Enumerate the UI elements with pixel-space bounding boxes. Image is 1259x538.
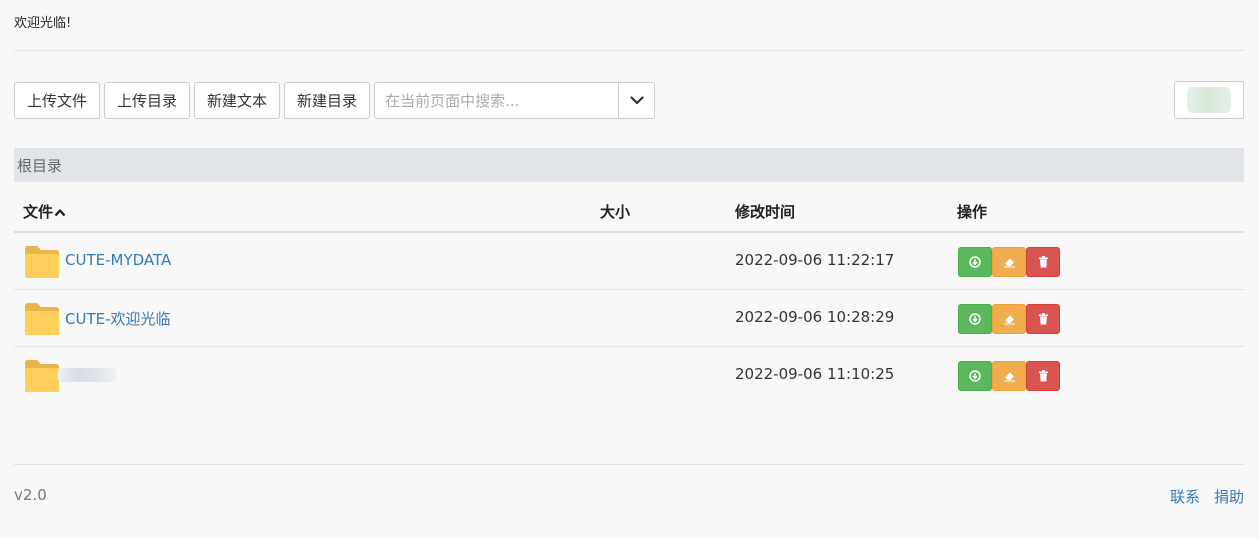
- donate-link[interactable]: 捐助: [1214, 486, 1244, 507]
- trash-icon: [1038, 370, 1048, 382]
- upload-file-button[interactable]: 上传文件: [14, 82, 101, 119]
- eraser-icon: [1003, 372, 1015, 382]
- download-button[interactable]: [958, 361, 992, 391]
- contact-link[interactable]: 联系: [1170, 486, 1200, 507]
- rename-button[interactable]: [992, 361, 1026, 391]
- row-actions: [958, 361, 1060, 391]
- column-header-actions: 操作: [957, 203, 988, 221]
- row-actions: [958, 304, 1060, 334]
- new-text-button[interactable]: 新建文本: [194, 82, 281, 119]
- download-button[interactable]: [958, 304, 992, 334]
- blurred-user-label: [1187, 87, 1231, 113]
- upload-directory-button[interactable]: 上传目录: [104, 82, 191, 119]
- table-row: CUTE-MYDATA 2022-09-06 11:22:17: [14, 233, 1244, 290]
- delete-button[interactable]: [1026, 247, 1060, 277]
- search-dropdown-button[interactable]: [618, 82, 656, 119]
- toolbar: 上传文件 上传目录 新建文本 新建目录: [14, 82, 656, 119]
- table-header: 文件 大小 修改时间 操作: [14, 189, 1244, 233]
- table-row: 2022-09-06 11:10:25: [14, 347, 1244, 404]
- eraser-icon: [1003, 315, 1015, 325]
- folder-icon: [25, 303, 59, 335]
- row-actions: [958, 247, 1060, 277]
- column-header-mtime[interactable]: 修改时间: [735, 201, 795, 222]
- download-icon: [969, 256, 981, 268]
- user-button[interactable]: [1174, 81, 1244, 119]
- rename-button[interactable]: [992, 247, 1026, 277]
- modified-time: 2022-09-06 10:28:29: [735, 308, 895, 326]
- modified-time: 2022-09-06 11:22:17: [735, 251, 895, 269]
- top-divider: [14, 50, 1244, 51]
- breadcrumb: 根目录: [14, 148, 1244, 182]
- folder-icon: [25, 246, 59, 278]
- welcome-text: 欢迎光临!: [14, 16, 72, 31]
- column-header-file[interactable]: 文件: [23, 201, 66, 222]
- trash-icon: [1038, 256, 1048, 268]
- eraser-icon: [1003, 258, 1015, 268]
- rename-button[interactable]: [992, 304, 1026, 334]
- chevron-up-icon: [54, 209, 66, 217]
- version-label: v2.0: [14, 486, 47, 504]
- new-directory-button[interactable]: 新建目录: [284, 82, 371, 119]
- file-name-link[interactable]: CUTE-MYDATA: [65, 251, 171, 269]
- breadcrumb-root[interactable]: 根目录: [17, 155, 62, 176]
- column-header-size[interactable]: 大小: [600, 201, 630, 222]
- footer-links: 联系 捐助: [1156, 486, 1244, 507]
- download-button[interactable]: [958, 247, 992, 277]
- table-row: CUTE-欢迎光临 2022-09-06 10:28:29: [14, 290, 1244, 347]
- blurred-file-name[interactable]: [58, 368, 116, 382]
- delete-button[interactable]: [1026, 304, 1060, 334]
- download-icon: [969, 313, 981, 325]
- file-manager-page: 欢迎光临! 上传文件 上传目录 新建文本 新建目录 根目录 文件 大小 修改时间…: [0, 0, 1259, 538]
- search-input[interactable]: [374, 82, 619, 119]
- modified-time: 2022-09-06 11:10:25: [735, 365, 895, 383]
- delete-button[interactable]: [1026, 361, 1060, 391]
- bottom-divider: [14, 464, 1244, 465]
- file-name-link[interactable]: CUTE-欢迎光临: [65, 308, 171, 329]
- trash-icon: [1038, 313, 1048, 325]
- search-group: [374, 82, 656, 119]
- download-icon: [969, 370, 981, 382]
- folder-icon: [25, 360, 59, 392]
- chevron-down-icon: [629, 96, 644, 105]
- file-table: 文件 大小 修改时间 操作 CUTE-MYDATA 2022-09-06 11:…: [14, 189, 1244, 404]
